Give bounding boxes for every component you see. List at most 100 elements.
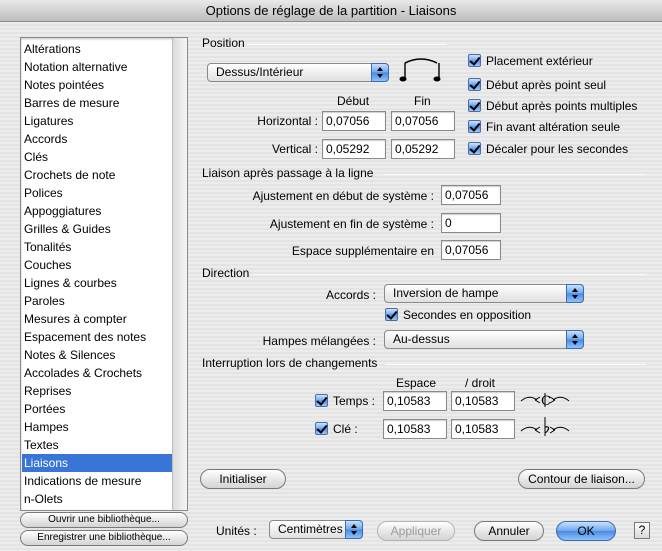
open-library-button[interactable]: Ouvrir une bibliothèque... <box>20 512 188 528</box>
sidebar-item[interactable]: Tonalités <box>22 238 172 256</box>
mixed-stems-popup-value: Au-dessus <box>393 332 450 346</box>
system-end-field[interactable] <box>441 213 501 233</box>
exterior-placement-label: Placement extérieur <box>486 54 593 68</box>
window-title: Options de réglage de la partition - Lia… <box>0 0 662 22</box>
tempo-space-field[interactable] <box>383 391 447 411</box>
sidebar-item[interactable]: Clés <box>22 148 172 166</box>
line-break-divider <box>384 174 646 175</box>
popup-arrow-icon <box>566 284 584 303</box>
tempo-checkbox[interactable] <box>315 394 328 407</box>
sidebar-item[interactable]: Couches <box>22 256 172 274</box>
chords-popup-value: Inversion de hampe <box>393 286 499 300</box>
slur-preview-icon <box>399 58 441 82</box>
sidebar-item[interactable]: Espacement des notes <box>22 328 172 346</box>
options-window: Altérations Notation alternative Notes poi… <box>0 22 662 551</box>
sidebar-item[interactable]: Grilles & Guides <box>22 220 172 238</box>
sidebar-item[interactable]: Paroles <box>22 292 172 310</box>
sidebar-item[interactable]: Mesures à compter <box>22 310 172 328</box>
sidebar-item[interactable]: Accords <box>22 130 172 148</box>
list-scrollbar[interactable] <box>172 38 187 510</box>
svg-text:C: C <box>541 394 551 409</box>
tempo-slur-icon: C <box>520 393 570 409</box>
cancel-button[interactable]: Annuler <box>474 521 544 541</box>
sidebar-item[interactable]: Portées <box>22 400 172 418</box>
end-before-accidental-label: Fin avant altération seule <box>486 120 621 134</box>
horizontal-label: Horizontal : <box>257 114 318 128</box>
right-column-label: / droit <box>465 376 496 390</box>
ok-button[interactable]: OK <box>556 521 616 541</box>
sidebar-item[interactable]: Polices <box>22 184 172 202</box>
placement-popup[interactable]: Dessus/Intérieur <box>207 63 389 82</box>
units-label: Unités : <box>216 524 257 538</box>
space-column-label: Espace <box>396 376 437 390</box>
sidebar-item[interactable]: Accolades & Crochets <box>22 364 172 382</box>
placement-popup-value: Dessus/Intérieur <box>216 65 304 79</box>
system-start-field[interactable] <box>441 185 501 205</box>
line-break-section-title: Liaison après passage à la ligne <box>202 166 374 180</box>
clef-label: Clé : <box>333 422 358 436</box>
clef-checkbox[interactable] <box>315 422 328 435</box>
column-end-label: Fin <box>414 94 431 108</box>
sidebar-item[interactable]: Crochets de note <box>22 166 172 184</box>
direction-section-title: Direction <box>202 266 250 280</box>
interruption-section-title: Interruption lors de changements <box>202 356 378 370</box>
start-after-multiple-dots-label: Début après points multiples <box>486 99 638 113</box>
sidebar-item[interactable]: Barres de mesure <box>22 94 172 112</box>
extra-space-field[interactable] <box>441 240 501 260</box>
save-library-button[interactable]: Enregistrer une bibliothèque... <box>20 530 188 546</box>
popup-arrow-icon <box>345 520 363 539</box>
system-end-label: Ajustement en fin de système : <box>269 217 434 231</box>
sidebar-item[interactable]: n-Olets <box>22 490 172 508</box>
tempo-right-field[interactable] <box>451 391 515 411</box>
chords-label: Accords : <box>325 288 376 302</box>
vertical-start-field[interactable] <box>322 139 386 159</box>
start-after-single-dot-checkbox[interactable] <box>468 78 481 91</box>
sidebar-item[interactable]: Notes pointées <box>22 76 172 94</box>
position-divider <box>247 44 447 45</box>
clef-slur-icon <box>520 417 570 436</box>
horizontal-start-field[interactable] <box>322 111 386 131</box>
system-start-label: Ajustement en début de système : <box>252 189 434 203</box>
vertical-label: Vertical : <box>271 142 318 156</box>
apply-button[interactable]: Appliquer <box>377 521 455 541</box>
sidebar-item[interactable]: Notation alternative <box>22 58 172 76</box>
category-list[interactable]: Altérations Notation alternative Notes poi… <box>20 37 188 511</box>
column-start-label: Début <box>337 94 370 108</box>
vertical-end-field[interactable] <box>391 139 455 159</box>
position-section-title: Position <box>202 36 245 50</box>
clef-space-field[interactable] <box>383 419 447 439</box>
clef-right-field[interactable] <box>451 419 515 439</box>
chords-popup[interactable]: Inversion de hampe <box>384 284 584 303</box>
sidebar-item[interactable]: Appoggiatures <box>22 202 172 220</box>
slur-contour-button[interactable]: Contour de liaison... <box>518 469 645 489</box>
direction-divider <box>253 274 646 275</box>
mixed-stems-popup[interactable]: Au-dessus <box>384 330 584 349</box>
sidebar-item[interactable]: Liaisons <box>22 454 172 472</box>
sidebar-item[interactable]: Reprises <box>22 382 172 400</box>
shift-for-seconds-checkbox[interactable] <box>468 142 481 155</box>
tempo-label: Temps : <box>333 394 376 408</box>
sidebar-item[interactable]: Textes <box>22 436 172 454</box>
units-popup-value: Centimètres <box>278 522 343 536</box>
help-button[interactable]: ? <box>634 522 650 539</box>
popup-arrow-icon <box>371 63 389 82</box>
reset-button[interactable]: Initialiser <box>200 469 286 489</box>
sidebar-item[interactable]: Altérations <box>22 40 172 58</box>
end-before-accidental-checkbox[interactable] <box>468 120 481 133</box>
popup-arrow-icon <box>566 330 584 349</box>
horizontal-end-field[interactable] <box>391 111 455 131</box>
extra-space-label: Espace supplémentaire en <box>291 244 434 258</box>
exterior-placement-checkbox[interactable] <box>468 54 481 67</box>
sidebar-item[interactable]: Indications de mesure <box>22 472 172 490</box>
shift-for-seconds-label: Décaler pour les secondes <box>486 142 629 156</box>
mixed-stems-label: Hampes mélangées : <box>262 334 376 348</box>
interruption-divider <box>385 364 646 365</box>
seconds-opposition-checkbox[interactable] <box>385 308 398 321</box>
units-popup[interactable]: Centimètres <box>269 520 363 539</box>
sidebar-item[interactable]: Notes & Silences <box>22 346 172 364</box>
start-after-multiple-dots-checkbox[interactable] <box>468 99 481 112</box>
sidebar-item[interactable]: Ligatures <box>22 112 172 130</box>
sidebar-item[interactable]: Hampes <box>22 418 172 436</box>
sidebar-item[interactable]: Lignes & courbes <box>22 274 172 292</box>
seconds-opposition-label: Secondes en opposition <box>403 308 532 322</box>
